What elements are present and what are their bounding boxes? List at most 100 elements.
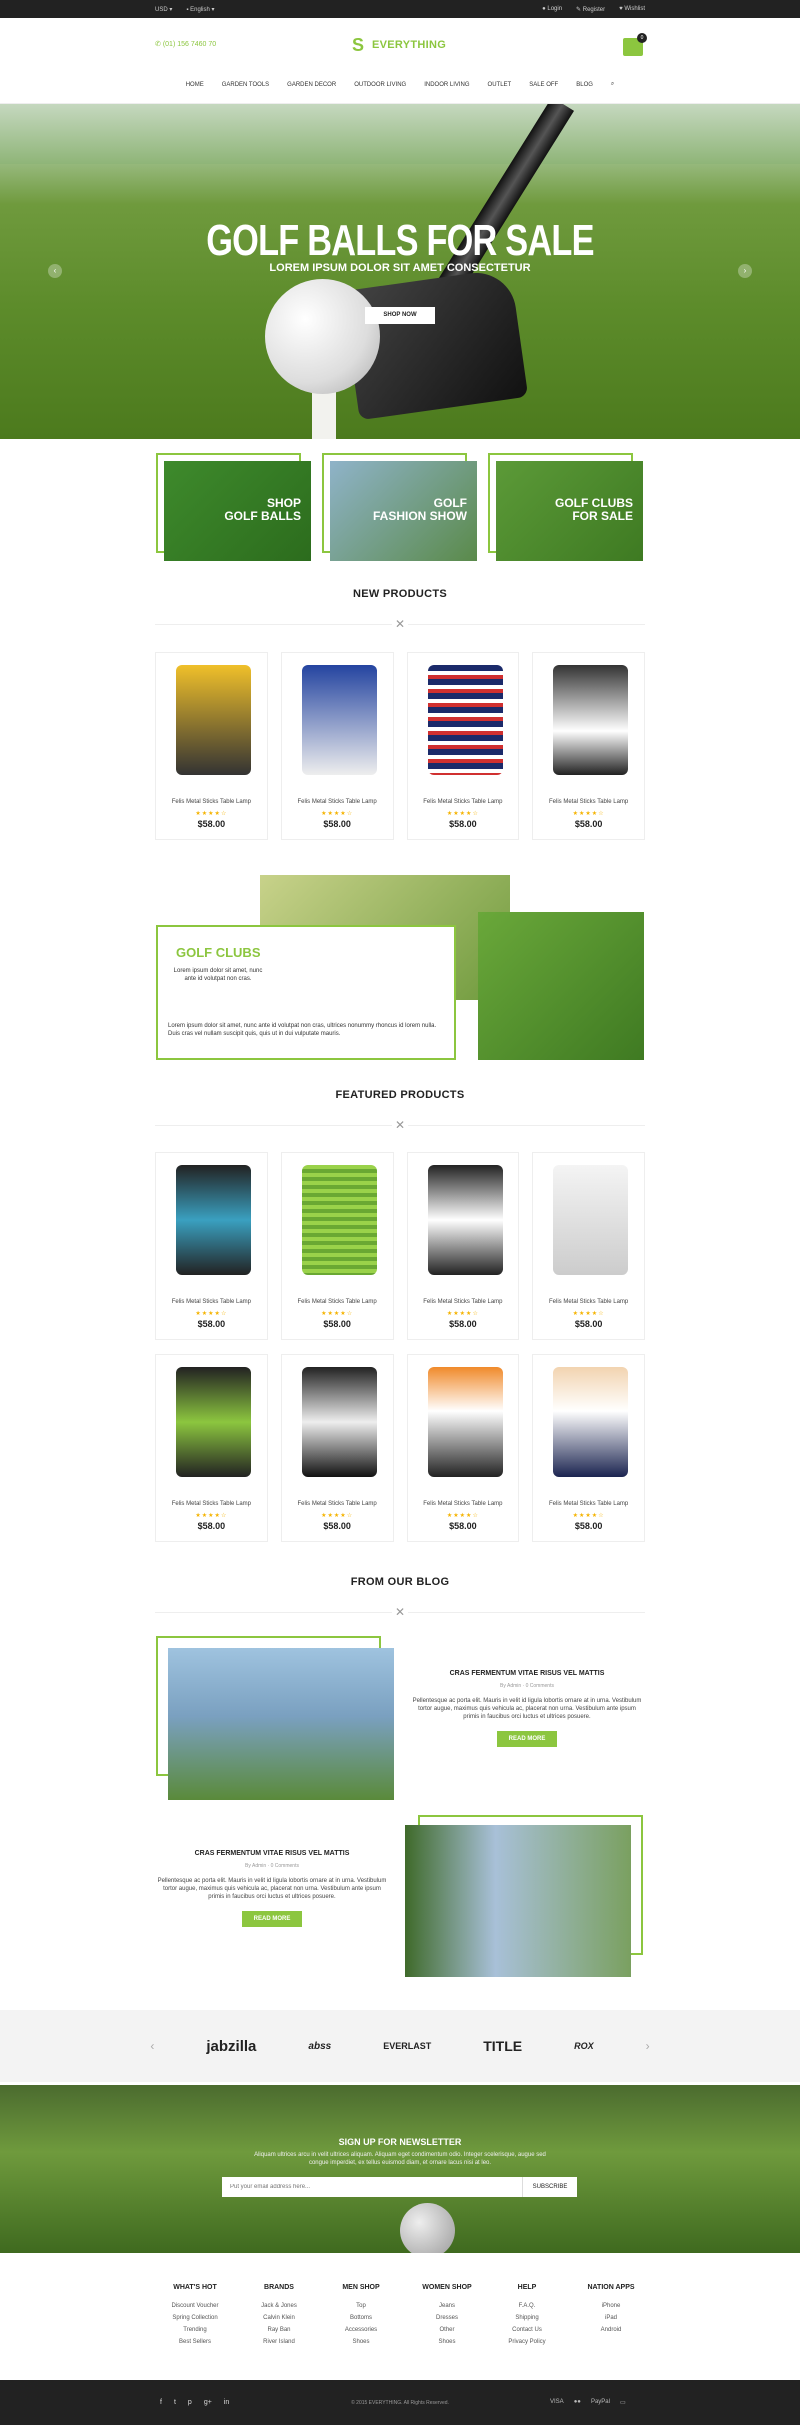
product-name[interactable]: Felis Metal Sticks Table Lamp: [533, 1299, 644, 1305]
next-brand-icon[interactable]: ›: [646, 2039, 650, 2053]
footer-link[interactable]: Spring Collection: [160, 2312, 230, 2324]
search-icon[interactable]: ⌕: [611, 81, 614, 88]
footer-link[interactable]: Dresses: [412, 2312, 482, 2324]
product-card[interactable]: Felis Metal Sticks Table Lamp ★★★★☆ $58.…: [280, 652, 394, 840]
product-card[interactable]: Felis Metal Sticks Table Lamp ★★★★☆ $58.00: [155, 1152, 268, 1340]
wishlist-link[interactable]: ♥ Wishlist: [619, 6, 645, 12]
product-card[interactable]: Felis Metal Sticks Table Lamp ★★★★☆ $58.00: [280, 1354, 394, 1542]
nav-item-garden-decor[interactable]: GARDEN DECOR: [287, 82, 336, 88]
product-card[interactable]: Felis Metal Sticks Table Lamp ★★★★☆ $58.…: [155, 652, 268, 840]
footer-link[interactable]: Discount Voucher: [160, 2300, 230, 2312]
subscribe-button[interactable]: SUBSCRIBE: [522, 2177, 577, 2197]
brand-logo-everlast[interactable]: EVERLAST: [383, 2041, 431, 2051]
brand-logo-abss[interactable]: abss: [308, 2041, 331, 2052]
footer-link[interactable]: Top: [326, 2300, 396, 2312]
read-more-button[interactable]: READ MORE: [496, 1731, 558, 1747]
footer-col-title: WOMEN SHOP: [422, 2284, 472, 2291]
product-name[interactable]: Felis Metal Sticks Table Lamp: [282, 1299, 393, 1305]
blog-post-title[interactable]: CRAS FERMENTUM VITAE RISUS VEL MATTIS: [410, 1670, 644, 1677]
banner-fashion-show[interactable]: GOLF FASHION SHOW: [322, 453, 477, 561]
star-rating: ★★★★☆: [195, 1311, 228, 1317]
product-card[interactable]: Felis Metal Sticks Table Lamp ★★★★☆ $58.00: [532, 1152, 645, 1340]
footer-link[interactable]: Jack & Jones: [244, 2300, 314, 2312]
footer-link[interactable]: Ray Ban: [244, 2324, 314, 2336]
product-name[interactable]: Felis Metal Sticks Table Lamp: [282, 1501, 393, 1507]
product-name[interactable]: Felis Metal Sticks Table Lamp: [408, 799, 519, 805]
product-name[interactable]: Felis Metal Sticks Table Lamp: [533, 799, 644, 805]
footer-link[interactable]: Jeans: [412, 2300, 482, 2312]
footer-link[interactable]: Other: [412, 2324, 482, 2336]
footer-link[interactable]: Best Sellers: [160, 2336, 230, 2348]
register-link[interactable]: ✎ Register: [576, 6, 605, 13]
footer-link[interactable]: Shoes: [326, 2336, 396, 2348]
currency-select[interactable]: USD ▾: [155, 6, 172, 13]
product-card[interactable]: Felis Metal Sticks Table Lamp ★★★★☆ $58.00: [532, 1354, 645, 1542]
banner-golf-clubs[interactable]: GOLF CLUBS FOR SALE: [488, 453, 643, 561]
blog-post-image[interactable]: [405, 1825, 631, 1977]
banner-golf-balls[interactable]: SHOP GOLF BALLS: [156, 453, 311, 561]
product-card[interactable]: Felis Metal Sticks Table Lamp ★★★★☆ $58.00: [406, 1354, 520, 1542]
footer-link[interactable]: Shoes: [412, 2336, 482, 2348]
email-input[interactable]: [222, 2177, 522, 2197]
product-name[interactable]: Felis Metal Sticks Table Lamp: [156, 799, 267, 805]
nav-item-garden-tools[interactable]: GARDEN TOOLS: [222, 82, 269, 88]
prev-slide-icon[interactable]: ‹: [48, 264, 62, 278]
blog-comments: 0 Comments: [525, 1683, 554, 1689]
product-card[interactable]: Felis Metal Sticks Table Lamp ★★★★☆ $58.…: [532, 652, 645, 840]
banner-image: GOLF CLUBS FOR SALE: [496, 461, 643, 561]
product-card[interactable]: Felis Metal Sticks Table Lamp ★★★★☆ $58.…: [406, 652, 520, 840]
blog-post-image[interactable]: [168, 1648, 394, 1800]
product-card[interactable]: Felis Metal Sticks Table Lamp ★★★★☆ $58.00: [280, 1152, 394, 1340]
phone-icon: ✆: [155, 41, 161, 48]
brand-logo-rox[interactable]: ROX: [574, 2041, 594, 2051]
footer-link[interactable]: Accessories: [326, 2324, 396, 2336]
shop-now-button[interactable]: SHOP NOW: [365, 307, 435, 324]
newsletter-section: SIGN UP FOR NEWSLETTER Aliquam ultrices …: [0, 2085, 800, 2258]
footer-link[interactable]: Privacy Policy: [492, 2336, 562, 2348]
newsletter-text: Aliquam ultrices arcu in velit ultrices …: [254, 2152, 546, 2166]
nav-item-home[interactable]: HOME: [186, 82, 204, 88]
footer-link[interactable]: iPhone: [576, 2300, 646, 2312]
cart-count-badge: 0: [637, 33, 647, 43]
product-name[interactable]: Felis Metal Sticks Table Lamp: [156, 1299, 267, 1305]
nav-item-blog[interactable]: BLOG: [576, 82, 593, 88]
blog-post-title[interactable]: CRAS FERMENTUM VITAE RISUS VEL MATTIS: [155, 1850, 389, 1857]
cart-button[interactable]: 0: [623, 33, 647, 56]
product-image: [553, 1165, 629, 1275]
next-slide-icon[interactable]: ›: [738, 264, 752, 278]
product-name[interactable]: Felis Metal Sticks Table Lamp: [533, 1501, 644, 1507]
nav-item-sale-off[interactable]: SALE OFF: [529, 82, 558, 88]
nav-item-indoor-living[interactable]: INDOOR LIVING: [424, 82, 469, 88]
product-card[interactable]: Felis Metal Sticks Table Lamp ★★★★☆ $58.00: [406, 1152, 520, 1340]
footer-link[interactable]: River Island: [244, 2336, 314, 2348]
product-name[interactable]: Felis Metal Sticks Table Lamp: [408, 1501, 519, 1507]
nav-item-outdoor-living[interactable]: OUTDOOR LIVING: [354, 82, 406, 88]
product-name[interactable]: Felis Metal Sticks Table Lamp: [282, 799, 393, 805]
footer-link[interactable]: Shipping: [492, 2312, 562, 2324]
blog-post-excerpt: Pellentesque ac porta elit. Mauris in ve…: [412, 1698, 642, 1720]
product-card[interactable]: Felis Metal Sticks Table Lamp ★★★★☆ $58.00: [155, 1354, 268, 1542]
login-link[interactable]: ● Login: [542, 6, 562, 12]
nav-item-outlet[interactable]: OUTLET: [488, 82, 512, 88]
footer-link[interactable]: Bottoms: [326, 2312, 396, 2324]
footer-link[interactable]: Trending: [160, 2324, 230, 2336]
footer-link[interactable]: Calvin Klein: [244, 2312, 314, 2324]
footer-link[interactable]: iPad: [576, 2312, 646, 2324]
product-image: [301, 1367, 377, 1477]
language-select[interactable]: ▪ English ▾: [186, 6, 214, 13]
product-name[interactable]: Felis Metal Sticks Table Lamp: [156, 1501, 267, 1507]
new-products-title: NEW PRODUCTS: [352, 588, 448, 600]
product-price: $58.00: [197, 819, 226, 829]
site-logo[interactable]: S EVERYTHING: [352, 36, 446, 54]
product-name[interactable]: Felis Metal Sticks Table Lamp: [408, 1299, 519, 1305]
brand-logo-jabzilla[interactable]: jabzilla: [206, 2038, 256, 2055]
read-more-button[interactable]: READ MORE: [241, 1911, 303, 1927]
section-divider: ✕: [155, 1118, 645, 1132]
brand-logo-title[interactable]: TITLE: [483, 2038, 522, 2054]
prev-brand-icon[interactable]: ‹: [150, 2039, 154, 2053]
footer-link[interactable]: Contact Us: [492, 2324, 562, 2336]
footer-link[interactable]: F.A.Q.: [492, 2300, 562, 2312]
blog-author: By Admin: [245, 1863, 267, 1869]
login-label: Login: [547, 6, 563, 12]
footer-link[interactable]: Android: [576, 2324, 646, 2336]
